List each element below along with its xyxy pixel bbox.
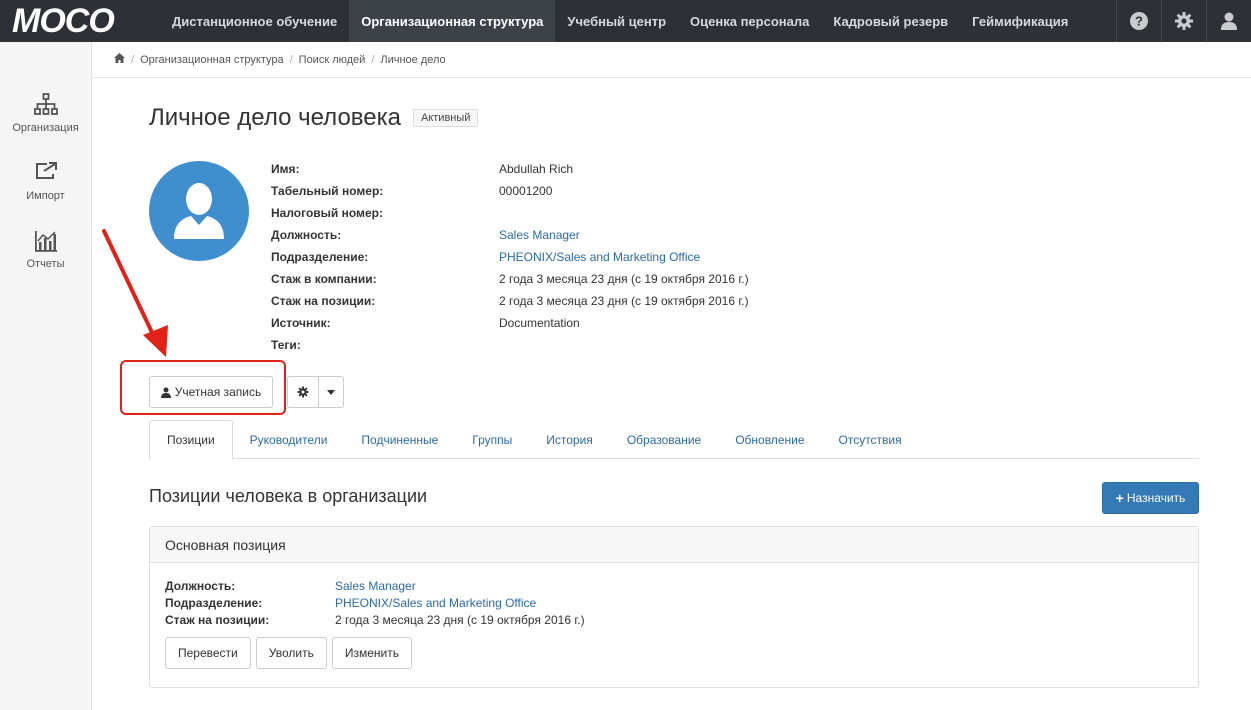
tab-updates[interactable]: Обновление bbox=[718, 420, 821, 459]
sidebar-item-import[interactable]: Импорт bbox=[0, 152, 91, 220]
assign-button[interactable]: + Назначить bbox=[1102, 482, 1199, 514]
nav-item-org-structure[interactable]: Организационная структура bbox=[349, 0, 556, 42]
panel-row-department: Подразделение: PHEONIX/Sales and Marketi… bbox=[165, 595, 537, 610]
department-link[interactable]: PHEONIX/Sales and Marketing Office bbox=[499, 250, 700, 264]
question-circle-icon[interactable]: ? bbox=[1116, 0, 1161, 42]
svg-text:?: ? bbox=[1135, 14, 1143, 29]
breadcrumb-item-org-structure[interactable]: Организационная структура bbox=[140, 54, 284, 66]
sidebar-item-label: Импорт bbox=[26, 190, 65, 202]
settings-button[interactable] bbox=[287, 376, 319, 408]
profile-row-department: Подразделение: PHEONIX/Sales and Marketi… bbox=[271, 250, 701, 264]
breadcrumb-item-people-search[interactable]: Поиск людей bbox=[299, 54, 366, 66]
tab-positions[interactable]: Позиции bbox=[149, 420, 233, 460]
gear-icon bbox=[297, 386, 309, 398]
gear-icon[interactable] bbox=[1161, 0, 1206, 42]
user-icon[interactable] bbox=[1206, 0, 1251, 42]
profile-row-position-tenure: Стаж на позиции: 2 года 3 месяца 23 дня … bbox=[271, 294, 749, 308]
tab-subordinates[interactable]: Подчиненные bbox=[344, 420, 455, 459]
panel-row-position: Должность: Sales Manager bbox=[165, 578, 416, 593]
panel-row-position-tenure: Стаж на позиции: 2 года 3 месяца 23 дня … bbox=[165, 612, 585, 627]
title-row: Личное дело человека Активный bbox=[149, 104, 479, 132]
sidebar-item-organization[interactable]: Организация bbox=[0, 84, 91, 152]
profile-row-tags: Теги: bbox=[271, 338, 301, 352]
nav-item-gamification[interactable]: Геймификация bbox=[960, 0, 1080, 42]
annotation-highlight-box bbox=[120, 360, 286, 415]
panel-position-link[interactable]: Sales Manager bbox=[335, 579, 416, 593]
dismiss-button[interactable]: Уволить bbox=[255, 637, 327, 669]
navbar-right-icons: ? bbox=[1116, 0, 1251, 42]
sidebar-item-reports[interactable]: Отчеты bbox=[0, 220, 91, 288]
panel-department-link[interactable]: PHEONIX/Sales and Marketing Office bbox=[335, 596, 536, 610]
tab-absences[interactable]: Отсутствия bbox=[822, 420, 919, 459]
annotation-arrow-icon bbox=[102, 229, 168, 357]
main-nav: Дистанционное обучение Организационная с… bbox=[160, 0, 1080, 42]
tab-groups[interactable]: Группы bbox=[455, 420, 529, 459]
nav-item-training-center[interactable]: Учебный центр bbox=[555, 0, 678, 42]
profile-row-tax-number: Налоговый номер: bbox=[271, 206, 383, 220]
sidebar-item-label: Отчеты bbox=[26, 258, 65, 270]
profile-row-name: Имя: Abdullah Rich bbox=[271, 162, 574, 176]
home-icon[interactable] bbox=[114, 53, 125, 66]
profile-row-employee-number: Табельный номер: 00001200 bbox=[271, 184, 553, 198]
profile-tabs: Позиции Руководители Подчиненные Группы … bbox=[149, 420, 1199, 460]
position-link[interactable]: Sales Manager bbox=[499, 228, 580, 242]
profile-row-company-tenure: Стаж в компании: 2 года 3 месяца 23 дня … bbox=[271, 272, 749, 286]
breadcrumb: / Организационная структура / Поиск люде… bbox=[92, 42, 1251, 78]
tab-managers[interactable]: Руководители bbox=[233, 420, 345, 459]
tab-education[interactable]: Образование bbox=[610, 420, 718, 459]
transfer-button[interactable]: Перевести bbox=[165, 637, 251, 669]
main-position-panel: Основная позиция Должность: Sales Manage… bbox=[149, 526, 1199, 688]
breadcrumb-item-personal-file: Личное дело bbox=[380, 53, 446, 66]
profile-info: Имя: Abdullah Rich Табельный номер: 0000… bbox=[271, 158, 749, 356]
moco-logo[interactable]: MOCO bbox=[0, 0, 160, 42]
nav-item-assessment[interactable]: Оценка персонала bbox=[678, 0, 821, 42]
report-chart-icon bbox=[34, 231, 57, 252]
panel-body: Должность: Sales Manager Подразделение: … bbox=[150, 563, 1198, 683]
settings-dropdown bbox=[287, 376, 344, 408]
panel-actions: Перевести Уволить Изменить bbox=[165, 637, 1183, 669]
edit-button[interactable]: Изменить bbox=[331, 637, 412, 669]
top-navbar: MOCO Дистанционное обучение Организацион… bbox=[0, 0, 1251, 42]
profile-row-position: Должность: Sales Manager bbox=[271, 228, 580, 242]
assign-button-label: Назначить bbox=[1126, 491, 1186, 505]
page-title: Личное дело человека bbox=[149, 104, 401, 131]
nav-item-talent-pool[interactable]: Кадровый резерв bbox=[821, 0, 960, 42]
left-sidebar: Организация Импорт Отчеты bbox=[0, 42, 92, 710]
panel-heading: Основная позиция bbox=[150, 527, 1198, 563]
plus-icon: + bbox=[1115, 490, 1124, 506]
import-icon bbox=[35, 162, 57, 179]
dropdown-caret-button[interactable] bbox=[319, 376, 344, 408]
tab-history[interactable]: История bbox=[529, 420, 610, 459]
status-badge: Активный bbox=[413, 109, 479, 127]
org-chart-icon bbox=[33, 93, 58, 115]
nav-item-distance-learning[interactable]: Дистанционное обучение bbox=[160, 0, 349, 42]
profile-row-source: Источник: Documentation bbox=[271, 316, 580, 330]
section-title: Позиции человека в организации bbox=[149, 486, 428, 506]
sidebar-item-label: Организация bbox=[12, 122, 79, 134]
caret-down-icon bbox=[327, 389, 335, 395]
